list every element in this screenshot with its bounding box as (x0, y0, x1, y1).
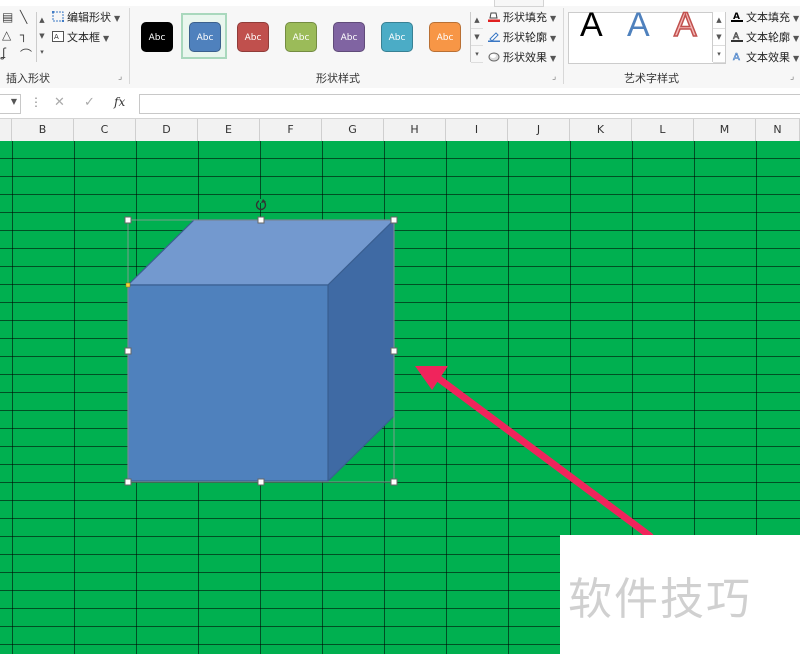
resize-handle[interactable] (390, 216, 398, 224)
watermark-text: 软件技巧 (568, 574, 752, 625)
resize-handle[interactable] (390, 347, 398, 355)
watermark-panel: 软件技巧 (560, 535, 800, 654)
annotation-arrow (415, 366, 654, 540)
resize-handle[interactable] (390, 478, 398, 486)
resize-handle[interactable] (124, 478, 132, 486)
resize-handle[interactable] (124, 347, 132, 355)
cube-shape[interactable] (126, 218, 396, 483)
resize-handle[interactable] (124, 216, 132, 224)
resize-handle[interactable] (257, 478, 265, 486)
resize-handle[interactable] (257, 216, 265, 224)
adjust-handle[interactable] (125, 282, 131, 288)
rotate-handle-icon[interactable] (255, 199, 267, 211)
cube-front-face[interactable] (127, 284, 329, 482)
